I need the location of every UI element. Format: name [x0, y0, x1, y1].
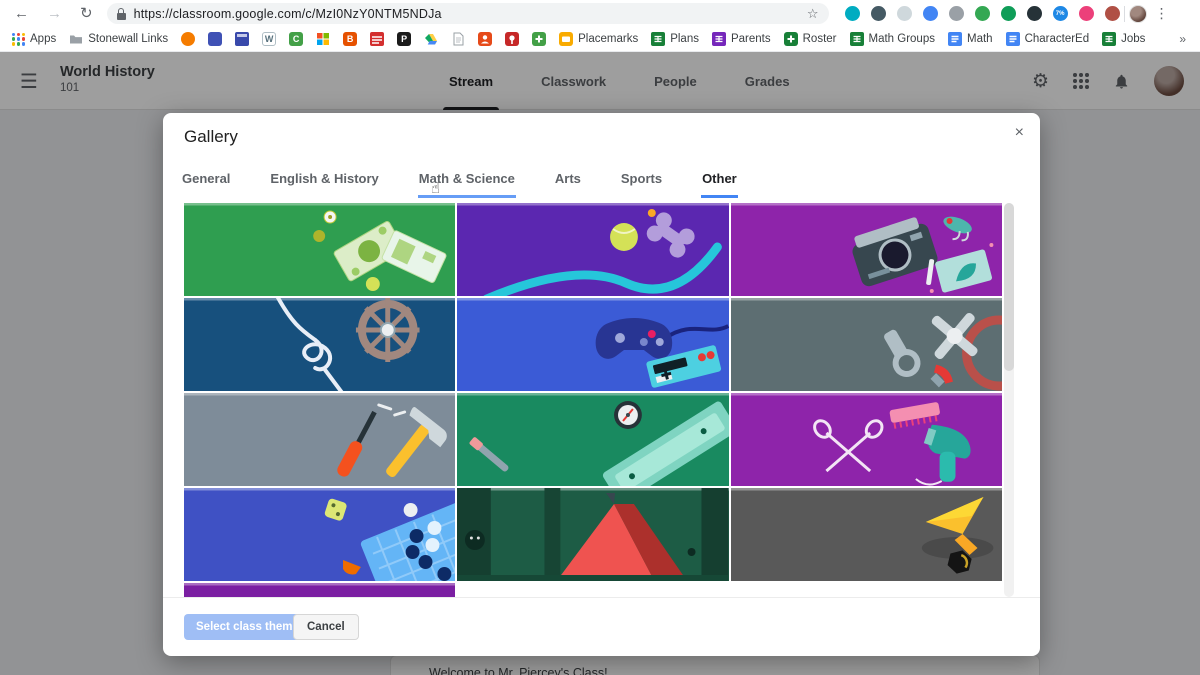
address-bar[interactable]: https://classroom.google.com/c/MzI0NzY0N…	[107, 3, 829, 24]
gallery-tab-english-history[interactable]: English & History	[269, 171, 379, 198]
bookmark-plus[interactable]	[532, 32, 546, 46]
teal-extension-icon[interactable]	[845, 6, 860, 21]
theme-tile-woodworking[interactable]	[457, 393, 728, 486]
gallery-dialog: Gallery × General English & History Math…	[163, 113, 1040, 656]
bookmarks-overflow-icon[interactable]: »	[1179, 32, 1186, 46]
bookmark-math-groups[interactable]: Math Groups	[850, 32, 935, 46]
bookmark-roster[interactable]: Roster	[784, 32, 837, 46]
theme-tile-video-games[interactable]	[457, 298, 728, 391]
close-icon[interactable]: ×	[1015, 124, 1024, 142]
apps-grid-icon	[12, 33, 25, 46]
blocked-extension-icon[interactable]	[1105, 6, 1120, 21]
theme-tile-board-games[interactable]	[184, 488, 455, 581]
bookmark-msgrid[interactable]	[316, 32, 330, 46]
bookmark-letter[interactable]: P	[397, 32, 411, 46]
pink-arrow-extension-icon[interactable]	[1079, 6, 1094, 21]
classroom-page: ☰ World History 101 Stream Classwork Peo…	[0, 52, 1200, 675]
green-person-extension-icon[interactable]	[975, 6, 990, 21]
incognito-extension-icon[interactable]	[871, 6, 886, 21]
gallery-tab-sports[interactable]: Sports	[620, 171, 663, 198]
bookmark-parents[interactable]: Parents	[712, 32, 771, 46]
bookmark-letter[interactable]: C	[289, 32, 303, 46]
browser-chrome: ← → ↻ https://classroom.google.com/c/MzI…	[0, 0, 1200, 52]
scrollbar-thumb[interactable]	[1004, 203, 1014, 371]
bookmark-math[interactable]: Math	[948, 32, 993, 46]
bookmark-apps[interactable]: Apps	[12, 33, 56, 46]
lock-icon	[117, 8, 126, 20]
dark-extension-icon[interactable]	[1027, 6, 1042, 21]
bookmark-plans[interactable]: Plans	[651, 32, 699, 46]
grid-extension-icon[interactable]	[949, 6, 964, 21]
dialog-title: Gallery	[184, 127, 238, 147]
bookmark-doc[interactable]	[451, 32, 465, 46]
theme-tile-auto-repair[interactable]	[731, 298, 1002, 391]
bookmark-window[interactable]	[235, 32, 249, 46]
url-text[interactable]: https://classroom.google.com/c/MzI0NzY0N…	[134, 7, 442, 21]
theme-tile-pets[interactable]	[457, 203, 728, 296]
toolbar-divider	[1124, 6, 1125, 22]
bookmark-drive[interactable]	[424, 32, 438, 46]
gallery-scrollbar[interactable]	[1004, 203, 1014, 597]
theme-grid	[184, 203, 1002, 597]
bookmark-charactered[interactable]: CharacterEd	[1006, 32, 1090, 46]
cancel-button[interactable]: Cancel	[293, 614, 359, 640]
cast-extension-icon[interactable]	[1001, 6, 1016, 21]
bookmark-letter[interactable]: B	[343, 32, 357, 46]
theme-tile-money-economics[interactable]	[184, 203, 455, 296]
browser-toolbar: ← → ↻ https://classroom.google.com/c/MzI…	[0, 0, 1200, 27]
extensions-strip: 7%	[845, 6, 1120, 21]
theme-tile-carpentry-tools[interactable]	[184, 393, 455, 486]
back-icon[interactable]: ←	[14, 6, 29, 21]
browser-profile-avatar[interactable]	[1129, 5, 1147, 23]
theme-tile-sailing-nautical[interactable]	[184, 298, 455, 391]
gallery-tab-general[interactable]: General	[181, 171, 231, 198]
forward-icon[interactable]: →	[47, 6, 62, 21]
bookmark-circle[interactable]	[181, 32, 195, 46]
theme-tile-hair-salon[interactable]	[731, 393, 1002, 486]
gallery-tab-math-science[interactable]: Math & Science	[418, 171, 516, 198]
bookmark-person[interactable]	[478, 32, 492, 46]
bookmark-pin[interactable]	[505, 32, 519, 46]
bookmark-placemarks[interactable]: Placemarks	[559, 32, 638, 46]
theme-tile-oil-change[interactable]	[731, 488, 1002, 581]
cloud-extension-icon[interactable]	[897, 6, 912, 21]
select-class-theme-button[interactable]: Select class theme	[184, 614, 311, 640]
bookmark-stripes[interactable]	[370, 32, 384, 46]
theme-tile-camping[interactable]	[457, 488, 728, 581]
theme-tile-photography-hobbies[interactable]	[731, 203, 1002, 296]
reload-icon[interactable]: ↻	[80, 6, 93, 21]
bookmark-stonewall-links[interactable]: Stonewall Links	[69, 32, 168, 46]
bookmark-star-icon[interactable]: ☆	[807, 6, 819, 22]
gallery-tabs: General English & History Math & Science…	[181, 171, 776, 198]
bookmark-square[interactable]	[208, 32, 222, 46]
bookmark-letter[interactable]: W	[262, 32, 276, 46]
gallery-tab-arts[interactable]: Arts	[554, 171, 582, 198]
bookmark-jobs[interactable]: Jobs	[1102, 32, 1145, 46]
bookmarks-bar: Apps Stonewall Links WC B P Placemarks Plans P…	[0, 27, 1200, 52]
percent-badge-extension-icon[interactable]: 7%	[1053, 6, 1068, 21]
theme-tile-purple-theme[interactable]	[184, 583, 455, 597]
browser-menu-icon[interactable]: ⋮	[1155, 5, 1169, 22]
gallery-tab-other[interactable]: Other	[701, 171, 738, 198]
dialog-footer: Select class theme Cancel	[163, 597, 1040, 656]
blue-yellow-extension-icon[interactable]	[923, 6, 938, 21]
